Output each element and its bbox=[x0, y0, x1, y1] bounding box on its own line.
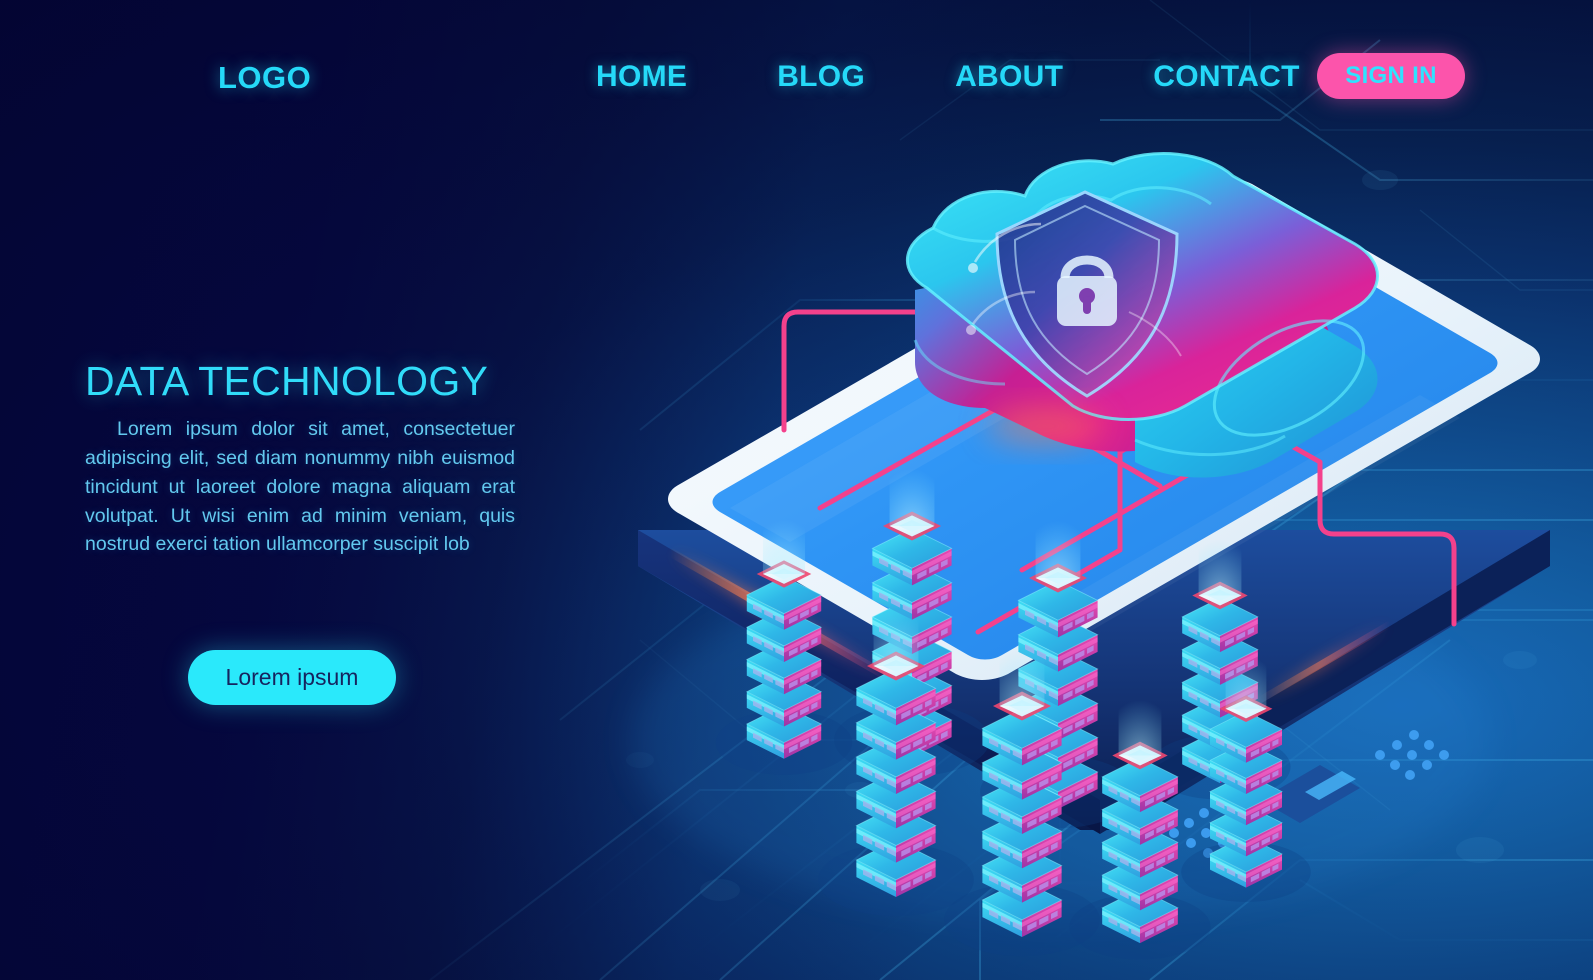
nav-item-contact[interactable]: CONTACT bbox=[1153, 60, 1300, 94]
hero-paragraph: Lorem ipsum dolor sit amet, consectetuer… bbox=[85, 418, 515, 556]
page-title: DATA TECHNOLOGY bbox=[85, 358, 489, 404]
top-navigation: LOGO HOME BLOG ABOUT CONTACT SIGN IN bbox=[0, 0, 1593, 150]
nav-item-blog[interactable]: BLOG bbox=[777, 60, 865, 94]
sign-in-button[interactable]: SIGN IN bbox=[1317, 53, 1465, 99]
hero-illustration bbox=[560, 100, 1593, 980]
cta-button[interactable]: Lorem ipsum bbox=[188, 650, 396, 705]
hero-copy: DATA TECHNOLOGY Lorem ipsum dolor sit am… bbox=[85, 358, 515, 559]
nav-item-home[interactable]: HOME bbox=[596, 60, 687, 94]
nav-item-about[interactable]: ABOUT bbox=[955, 60, 1063, 94]
site-logo[interactable]: LOGO bbox=[218, 60, 311, 96]
nav-links: HOME BLOG ABOUT CONTACT bbox=[596, 60, 1300, 94]
